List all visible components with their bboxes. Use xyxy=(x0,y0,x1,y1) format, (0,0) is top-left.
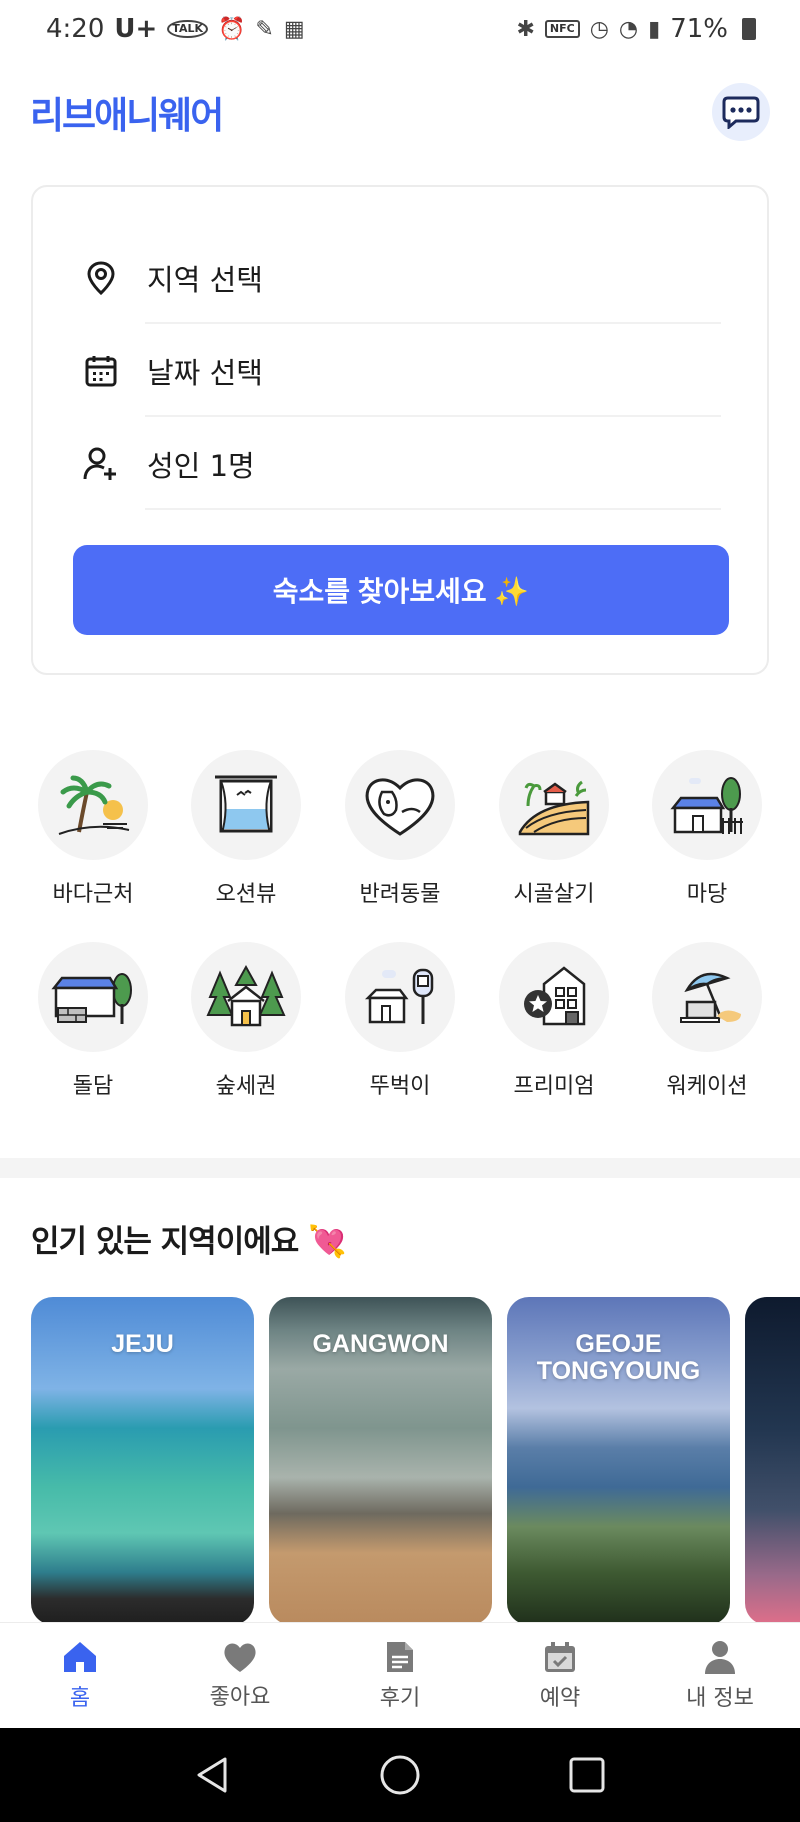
document-icon xyxy=(387,1641,413,1672)
back-icon[interactable] xyxy=(193,1755,233,1795)
search-stays-button[interactable]: 숙소를 찾아보세요 ✨ xyxy=(73,545,729,635)
category-yard[interactable]: 마당 xyxy=(637,750,777,908)
guests-select-label: 성인 1명 xyxy=(147,449,255,483)
stone-wall-icon xyxy=(38,942,148,1052)
status-left: 4:20 U+ TALK ⏰ ✎ ▦ xyxy=(46,14,305,44)
home-circle-icon[interactable] xyxy=(379,1754,421,1796)
category-label: 워케이션 xyxy=(666,1074,748,1099)
talk-icon: TALK xyxy=(167,20,208,38)
app-logo[interactable]: 리브애니웨어 xyxy=(30,85,224,139)
category-label: 시골살기 xyxy=(513,882,595,907)
search-card: 지역 선택 날짜 선택 성인 1명 숙소를 찾아보세요 ✨ xyxy=(31,185,769,675)
carrier-label: U+ xyxy=(114,14,158,44)
popular-regions-title: 인기 있는 지역이에요 💘 xyxy=(31,1224,347,1260)
category-pets[interactable]: 반려동물 xyxy=(330,750,470,908)
category-ocean-view[interactable]: 오션뷰 xyxy=(176,750,316,908)
category-workation[interactable]: 워케이션 xyxy=(637,942,777,1100)
forest-house-icon xyxy=(191,942,301,1052)
battery-icon xyxy=(742,18,756,40)
category-near-sea[interactable]: 바다근처 xyxy=(23,750,163,908)
battery-percent: 71% xyxy=(670,14,728,44)
bus-stop-icon xyxy=(345,942,455,1052)
category-label: 숲세권 xyxy=(215,1074,277,1099)
person-icon xyxy=(705,1640,735,1674)
signal-icon: ▮ xyxy=(648,16,661,42)
category-label: 오션뷰 xyxy=(215,882,277,907)
chat-icon xyxy=(722,96,760,129)
heart-icon xyxy=(224,1643,256,1672)
workation-umbrella-icon xyxy=(652,942,762,1052)
location-pin-icon xyxy=(83,260,119,296)
yard-house-icon xyxy=(652,750,762,860)
nav-label: 홈 xyxy=(69,1685,91,1711)
row-divider xyxy=(145,322,721,324)
section-divider xyxy=(0,1158,800,1178)
category-label: 프리미엄 xyxy=(513,1074,595,1099)
nav-label: 후기 xyxy=(379,1685,421,1711)
category-walker[interactable]: 뚜벅이 xyxy=(330,942,470,1100)
recents-icon[interactable] xyxy=(567,1755,607,1795)
region-card-gangwon[interactable]: GANGWON xyxy=(269,1297,492,1625)
nav-reservations[interactable]: 예약 xyxy=(480,1623,640,1728)
category-premium[interactable]: 프리미엄 xyxy=(484,942,624,1100)
region-name: JEJU xyxy=(111,1330,174,1358)
category-forest[interactable]: 숲세권 xyxy=(176,942,316,1100)
add-person-icon xyxy=(83,446,119,482)
region-select-row[interactable]: 지역 선택 xyxy=(33,232,767,324)
ocean-window-icon xyxy=(191,750,301,860)
palm-beach-icon xyxy=(38,750,148,860)
system-nav-bar xyxy=(0,1728,800,1822)
calendar-notif-icon: ▦ xyxy=(283,16,305,42)
status-right: ✱ NFC ◷ ◔ ▮ 71% xyxy=(516,14,756,44)
category-label: 바다근처 xyxy=(52,882,134,907)
nav-home[interactable]: 홈 xyxy=(0,1623,160,1728)
region-card-geoje-tongyoung[interactable]: GEOJE TONGYOUNG xyxy=(507,1297,730,1625)
category-label: 뚜벅이 xyxy=(369,1074,431,1099)
status-time: 4:20 xyxy=(46,14,105,44)
nav-label: 내 정보 xyxy=(686,1685,754,1711)
chat-button[interactable] xyxy=(712,83,770,141)
date-select-label: 날짜 선택 xyxy=(147,356,263,390)
calendar-check-icon xyxy=(545,1641,575,1672)
row-divider xyxy=(145,415,721,417)
region-card-partial[interactable] xyxy=(745,1297,800,1625)
date-select-row[interactable]: 날짜 선택 xyxy=(33,325,767,417)
category-countryside[interactable]: 시골살기 xyxy=(484,750,624,908)
row-divider xyxy=(145,508,721,510)
category-label: 마당 xyxy=(686,882,728,907)
region-name: GANGWON xyxy=(312,1330,449,1358)
nfc-icon: NFC xyxy=(544,20,580,38)
status-bar: 4:20 U+ TALK ⏰ ✎ ▦ ✱ NFC ◷ ◔ ▮ 71% xyxy=(0,0,800,58)
wifi-icon: ◔ xyxy=(618,16,639,42)
nav-reviews[interactable]: 후기 xyxy=(320,1623,480,1728)
nav-my-info[interactable]: 내 정보 xyxy=(640,1623,800,1728)
home-icon xyxy=(64,1641,96,1672)
bottom-nav: 홈 좋아요 후기 예약 내 정보 xyxy=(0,1622,800,1728)
volte-icon: ✎ xyxy=(255,16,274,42)
calendar-icon xyxy=(83,353,119,389)
category-label: 반려동물 xyxy=(359,882,441,907)
countryside-icon xyxy=(499,750,609,860)
alarm-icon: ⏰ xyxy=(218,16,246,42)
alarm-clock-icon: ◷ xyxy=(589,16,609,42)
category-stone-wall[interactable]: 돌담 xyxy=(23,942,163,1100)
bluetooth-icon: ✱ xyxy=(516,16,535,42)
region-select-label: 지역 선택 xyxy=(147,263,263,297)
nav-likes[interactable]: 좋아요 xyxy=(160,1623,320,1728)
category-label: 돌담 xyxy=(72,1074,114,1099)
guests-select-row[interactable]: 성인 1명 xyxy=(33,418,767,510)
nav-label: 좋아요 xyxy=(209,1684,271,1710)
region-name: GEOJE TONGYOUNG xyxy=(536,1330,701,1385)
premium-building-icon xyxy=(499,942,609,1052)
region-card-jeju[interactable]: JEJU xyxy=(31,1297,254,1625)
nav-label: 예약 xyxy=(539,1685,581,1711)
app-header: 리브애니웨어 xyxy=(0,58,800,166)
pet-heart-icon xyxy=(345,750,455,860)
